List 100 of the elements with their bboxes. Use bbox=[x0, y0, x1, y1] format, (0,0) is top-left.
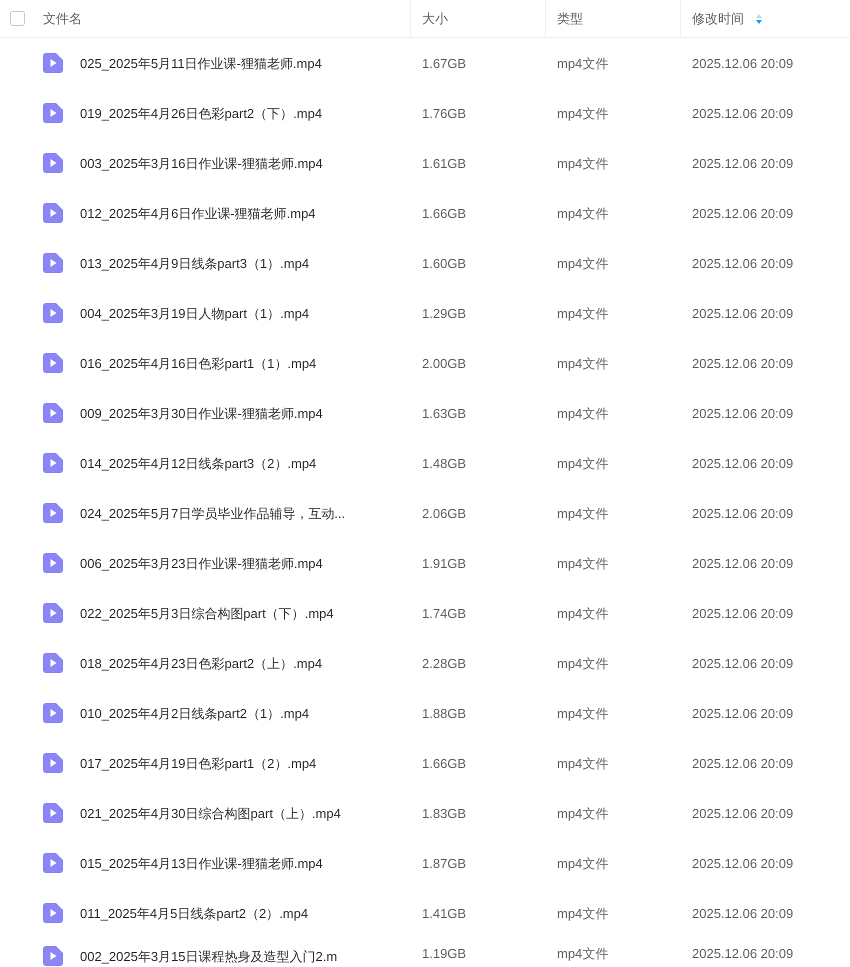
file-type: mp4文件 bbox=[557, 56, 608, 70]
file-size: 1.91GB bbox=[422, 556, 466, 570]
video-file-icon bbox=[43, 803, 63, 823]
file-type: mp4文件 bbox=[557, 356, 608, 370]
video-file-icon bbox=[43, 203, 63, 223]
file-size: 1.66GB bbox=[422, 206, 466, 220]
modified-time: 2025.12.06 20:09 bbox=[692, 906, 794, 920]
file-name[interactable]: 004_2025年3月19日人物part（1）.mp4 bbox=[80, 306, 310, 320]
video-file-icon bbox=[43, 103, 63, 123]
modified-time: 2025.12.06 20:09 bbox=[692, 206, 794, 220]
file-type: mp4文件 bbox=[557, 756, 608, 770]
file-size: 1.60GB bbox=[422, 256, 466, 270]
video-file-icon bbox=[43, 353, 63, 373]
file-name[interactable]: 016_2025年4月16日色彩part1（1）.mp4 bbox=[80, 356, 316, 370]
modified-time: 2025.12.06 20:09 bbox=[692, 656, 794, 670]
modified-time: 2025.12.06 20:09 bbox=[692, 56, 794, 70]
column-header[interactable]: 类型 bbox=[557, 8, 583, 28]
file-type: mp4文件 bbox=[557, 606, 608, 620]
file-name[interactable]: 018_2025年4月23日色彩part2（上）.mp4 bbox=[80, 656, 322, 670]
file-type: mp4文件 bbox=[557, 306, 608, 320]
modified-time: 2025.12.06 20:09 bbox=[692, 506, 794, 520]
video-file-icon bbox=[43, 503, 63, 523]
file-name[interactable]: 015_2025年4月13日作业课-狸猫老师.mp4 bbox=[80, 856, 323, 870]
file-type: mp4文件 bbox=[557, 906, 608, 920]
file-size: 2.06GB bbox=[422, 506, 466, 520]
column-header[interactable]: 文件名 bbox=[43, 8, 82, 28]
file-name[interactable]: 021_2025年4月30日综合构图part（上）.mp4 bbox=[80, 806, 341, 820]
file-type: mp4文件 bbox=[557, 806, 608, 820]
modified-time: 2025.12.06 20:09 bbox=[692, 456, 794, 470]
select-all-checkbox[interactable] bbox=[10, 11, 25, 26]
modified-time: 2025.12.06 20:09 bbox=[692, 756, 794, 770]
file-size: 2.28GB bbox=[422, 656, 466, 670]
file-name[interactable]: 003_2025年3月16日作业课-狸猫老师.mp4 bbox=[80, 156, 323, 170]
file-name[interactable]: 010_2025年4月2日线条part2（1）.mp4 bbox=[80, 706, 310, 720]
file-size: 1.88GB bbox=[422, 706, 466, 720]
modified-time: 2025.12.06 20:09 bbox=[692, 106, 794, 120]
modified-time: 2025.12.06 20:09 bbox=[692, 156, 794, 170]
video-file-icon bbox=[43, 946, 63, 966]
file-type: mp4文件 bbox=[557, 156, 608, 170]
modified-time: 2025.12.06 20:09 bbox=[692, 556, 794, 570]
sort-icon[interactable] bbox=[756, 14, 762, 24]
file-type: mp4文件 bbox=[557, 406, 608, 420]
video-file-icon bbox=[43, 553, 63, 573]
modified-time: 2025.12.06 20:09 bbox=[692, 306, 794, 320]
file-type: mp4文件 bbox=[557, 206, 608, 220]
file-size: 1.87GB bbox=[422, 856, 466, 870]
file-type: mp4文件 bbox=[557, 946, 608, 961]
video-file-icon bbox=[43, 403, 63, 423]
file-size: 1.61GB bbox=[422, 156, 466, 170]
file-size: 1.63GB bbox=[422, 406, 466, 420]
file-name[interactable]: 025_2025年5月11日作业课-狸猫老师.mp4 bbox=[80, 56, 322, 70]
file-size: 1.48GB bbox=[422, 456, 466, 470]
file-size: 1.41GB bbox=[422, 906, 466, 920]
file-size: 1.19GB bbox=[422, 946, 466, 961]
file-size: 1.74GB bbox=[422, 606, 466, 620]
video-file-icon bbox=[43, 453, 63, 473]
file-name[interactable]: 019_2025年4月26日色彩part2（下）.mp4 bbox=[80, 106, 322, 120]
video-file-icon bbox=[43, 303, 63, 323]
file-size: 1.29GB bbox=[422, 306, 466, 320]
modified-time: 2025.12.06 20:09 bbox=[692, 256, 794, 270]
file-name[interactable]: 024_2025年5月7日学员毕业作品辅导，互动... bbox=[80, 506, 346, 520]
video-file-icon bbox=[43, 253, 63, 273]
file-type: mp4文件 bbox=[557, 106, 608, 120]
modified-time: 2025.12.06 20:09 bbox=[692, 856, 794, 870]
modified-time: 2025.12.06 20:09 bbox=[692, 406, 794, 420]
file-name[interactable]: 017_2025年4月19日色彩part1（2）.mp4 bbox=[80, 756, 316, 770]
video-file-icon bbox=[43, 653, 63, 673]
video-file-icon bbox=[43, 903, 63, 923]
file-name[interactable]: 022_2025年5月3日综合构图part（下）.mp4 bbox=[80, 606, 334, 620]
file-size: 1.67GB bbox=[422, 56, 466, 70]
file-name[interactable]: 012_2025年4月6日作业课-狸猫老师.mp4 bbox=[80, 206, 316, 220]
file-name[interactable]: 014_2025年4月12日线条part3（2）.mp4 bbox=[80, 456, 316, 470]
video-file-icon bbox=[43, 153, 63, 173]
video-file-icon bbox=[43, 53, 63, 73]
modified-time: 2025.12.06 20:09 bbox=[692, 606, 794, 620]
video-file-icon bbox=[43, 853, 63, 873]
modified-time: 2025.12.06 20:09 bbox=[692, 356, 794, 370]
column-header[interactable]: 修改时间 bbox=[692, 8, 744, 28]
file-type: mp4文件 bbox=[557, 256, 608, 270]
file-name[interactable]: 006_2025年3月23日作业课-狸猫老师.mp4 bbox=[80, 556, 323, 570]
file-type: mp4文件 bbox=[557, 706, 608, 720]
modified-time: 2025.12.06 20:09 bbox=[692, 946, 794, 961]
file-type: mp4文件 bbox=[557, 506, 608, 520]
video-file-icon bbox=[43, 753, 63, 773]
modified-time: 2025.12.06 20:09 bbox=[692, 806, 794, 820]
file-size: 1.66GB bbox=[422, 756, 466, 770]
file-size: 2.00GB bbox=[422, 356, 466, 370]
file-name[interactable]: 011_2025年4月5日线条part2（2）.mp4 bbox=[80, 906, 308, 920]
file-name[interactable]: 009_2025年3月30日作业课-狸猫老师.mp4 bbox=[80, 406, 323, 420]
file-type: mp4文件 bbox=[557, 456, 608, 470]
file-size: 1.76GB bbox=[422, 106, 466, 120]
file-name[interactable]: 002_2025年3月15日课程热身及造型入门2.m bbox=[80, 948, 338, 964]
video-file-icon bbox=[43, 703, 63, 723]
file-size: 1.83GB bbox=[422, 806, 466, 820]
column-header[interactable]: 大小 bbox=[422, 8, 448, 28]
file-type: mp4文件 bbox=[557, 656, 608, 670]
file-name[interactable]: 013_2025年4月9日线条part3（1）.mp4 bbox=[80, 256, 310, 270]
modified-time: 2025.12.06 20:09 bbox=[692, 706, 794, 720]
video-file-icon bbox=[43, 603, 63, 623]
file-type: mp4文件 bbox=[557, 856, 608, 870]
